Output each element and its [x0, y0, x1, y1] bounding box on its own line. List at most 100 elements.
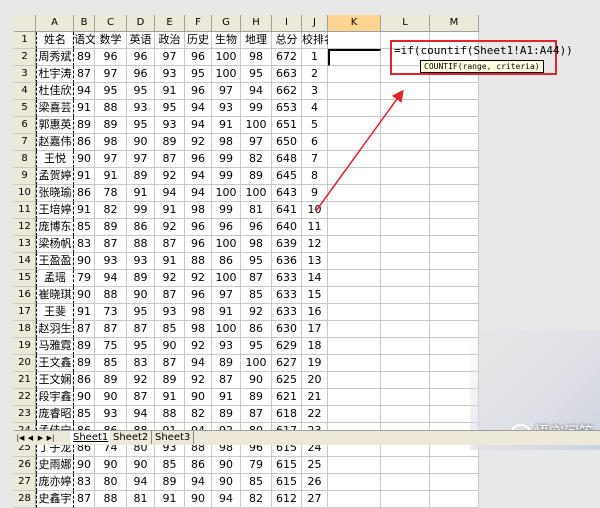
data-cell[interactable]: 91	[95, 168, 127, 185]
name-cell[interactable]: 王文娴	[36, 372, 74, 389]
data-cell[interactable]: 86	[185, 457, 212, 474]
data-cell[interactable]: 4	[302, 100, 328, 117]
data-cell[interactable]: 100	[241, 117, 272, 134]
data-cell[interactable]: 89	[95, 117, 127, 134]
data-cell[interactable]: 94	[127, 406, 155, 423]
name-cell[interactable]: 赵嘉伟	[36, 134, 74, 151]
data-cell[interactable]: 81	[127, 491, 155, 508]
name-cell[interactable]: 王悦	[36, 151, 74, 168]
data-cell[interactable]	[328, 457, 381, 474]
name-cell[interactable]: 赵羽生	[36, 321, 74, 338]
data-cell[interactable]: 88	[185, 253, 212, 270]
data-cell[interactable]: 627	[272, 355, 302, 372]
data-cell[interactable]: 662	[272, 83, 302, 100]
column-header-i[interactable]: I	[272, 15, 302, 32]
data-cell[interactable]: 91	[155, 202, 185, 219]
data-cell[interactable]: 94	[185, 100, 212, 117]
next-sheet-icon[interactable]: ▶	[36, 432, 45, 444]
data-cell[interactable]: 93	[95, 253, 127, 270]
data-cell[interactable]: 85	[241, 287, 272, 304]
name-cell[interactable]: 梁喜芸	[36, 100, 74, 117]
data-cell[interactable]	[430, 270, 479, 287]
data-cell[interactable]: 98	[185, 321, 212, 338]
data-cell[interactable]: 93	[127, 100, 155, 117]
data-cell[interactable]: 5	[302, 117, 328, 134]
row-number[interactable]: 10	[14, 185, 36, 202]
data-cell[interactable]: 75	[95, 338, 127, 355]
row-number[interactable]: 8	[14, 151, 36, 168]
row-number[interactable]: 7	[14, 134, 36, 151]
data-cell[interactable]: 95	[185, 66, 212, 83]
data-cell[interactable]: 90	[241, 372, 272, 389]
data-cell[interactable]: 100	[241, 355, 272, 372]
data-cell[interactable]: 91	[74, 100, 95, 117]
data-cell[interactable]	[381, 100, 430, 117]
data-cell[interactable]	[381, 355, 430, 372]
data-cell[interactable]: 85	[74, 219, 95, 236]
data-cell[interactable]: 86	[212, 253, 241, 270]
data-cell[interactable]: 91	[74, 202, 95, 219]
data-cell[interactable]: 82	[241, 491, 272, 508]
data-cell[interactable]: 87	[95, 236, 127, 253]
name-cell[interactable]: 史鑫宇	[36, 491, 74, 508]
data-cell[interactable]: 7	[302, 151, 328, 168]
data-cell[interactable]: 8	[302, 168, 328, 185]
data-cell[interactable]: 26	[302, 474, 328, 491]
name-cell[interactable]: 郭惠英	[36, 117, 74, 134]
data-cell[interactable]: 94	[212, 491, 241, 508]
data-cell[interactable]	[328, 474, 381, 491]
data-cell[interactable]: 92	[155, 270, 185, 287]
data-cell[interactable]: 90	[74, 287, 95, 304]
data-cell[interactable]: 95	[241, 338, 272, 355]
data-cell[interactable]: 95	[155, 100, 185, 117]
data-cell[interactable]: 100	[212, 270, 241, 287]
name-cell[interactable]: 孟贺婷	[36, 168, 74, 185]
row-number[interactable]: 12	[14, 219, 36, 236]
row-number[interactable]: 5	[14, 100, 36, 117]
data-cell[interactable]	[430, 219, 479, 236]
data-cell[interactable]	[328, 253, 381, 270]
data-cell[interactable]: 2	[302, 66, 328, 83]
data-cell[interactable]: 99	[212, 168, 241, 185]
data-cell[interactable]	[430, 474, 479, 491]
data-cell[interactable]: 96	[185, 219, 212, 236]
name-cell[interactable]: 梁杨帆	[36, 236, 74, 253]
data-cell[interactable]: 97	[212, 287, 241, 304]
name-cell[interactable]: 王培婷	[36, 202, 74, 219]
data-cell[interactable]: 90	[74, 151, 95, 168]
data-cell[interactable]: 98	[95, 134, 127, 151]
data-cell[interactable]	[381, 117, 430, 134]
data-cell[interactable]: 95	[241, 253, 272, 270]
data-cell[interactable]	[430, 151, 479, 168]
data-cell[interactable]: 91	[212, 304, 241, 321]
data-cell[interactable]: 92	[185, 134, 212, 151]
row-number[interactable]: 2	[14, 49, 36, 66]
data-cell[interactable]: 651	[272, 117, 302, 134]
data-cell[interactable]	[381, 389, 430, 406]
data-cell[interactable]: 校排名	[302, 32, 335, 49]
row-number[interactable]: 11	[14, 202, 36, 219]
data-cell[interactable]: 643	[272, 185, 302, 202]
data-cell[interactable]: 91	[212, 117, 241, 134]
row-number[interactable]: 3	[14, 66, 36, 83]
data-cell[interactable]: 641	[272, 202, 302, 219]
data-cell[interactable]: 11	[302, 219, 328, 236]
prev-sheet-icon[interactable]: ◀	[26, 432, 35, 444]
data-cell[interactable]: 94	[185, 117, 212, 134]
data-cell[interactable]	[381, 202, 430, 219]
data-cell[interactable]	[381, 168, 430, 185]
data-cell[interactable]: 91	[74, 168, 95, 185]
data-cell[interactable]: 97	[95, 66, 127, 83]
name-cell[interactable]: 段宇鑫	[36, 389, 74, 406]
data-cell[interactable]: 语文	[74, 32, 96, 49]
data-cell[interactable]	[328, 304, 381, 321]
data-cell[interactable]: 98	[241, 49, 272, 66]
data-cell[interactable]: 99	[212, 202, 241, 219]
data-cell[interactable]	[430, 236, 479, 253]
data-cell[interactable]	[381, 406, 430, 423]
data-cell[interactable]: 92	[155, 219, 185, 236]
data-cell[interactable]: 87	[155, 236, 185, 253]
data-cell[interactable]: 100	[212, 185, 241, 202]
row-number[interactable]: 1	[14, 32, 36, 49]
data-cell[interactable]: 22	[302, 406, 328, 423]
